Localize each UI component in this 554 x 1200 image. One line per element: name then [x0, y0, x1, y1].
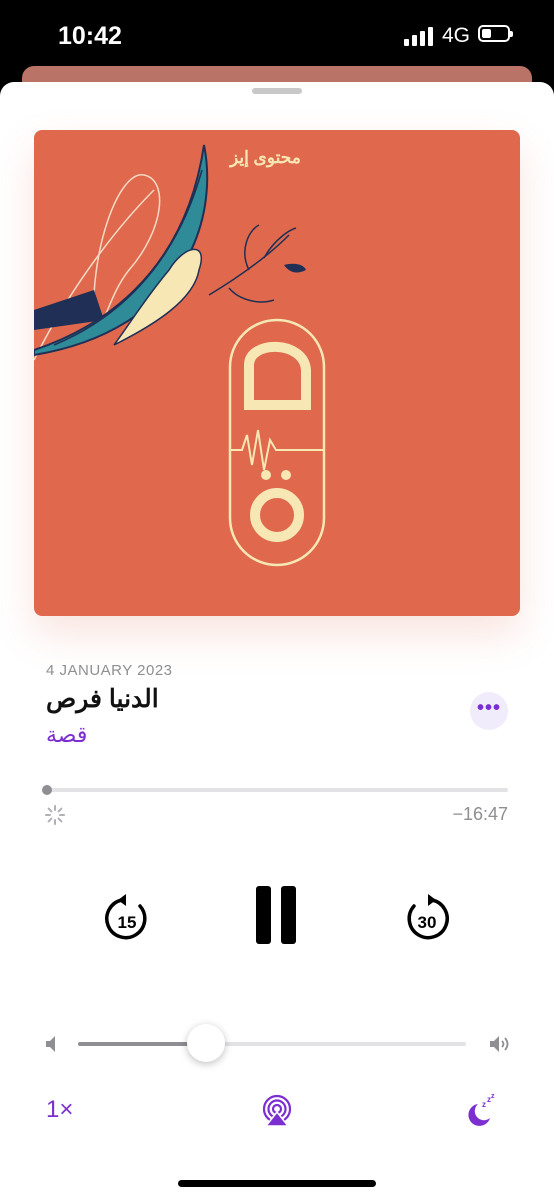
episode-title: الدنيا فرص	[46, 685, 159, 713]
airplay-audio-icon[interactable]	[260, 1094, 294, 1128]
more-options-button[interactable]: •••	[470, 692, 508, 730]
skip-forward-seconds: 30	[418, 913, 437, 932]
status-time: 10:42	[58, 22, 122, 50]
network-type: 4G	[442, 24, 471, 47]
volume-slider[interactable]	[78, 1024, 466, 1062]
show-name-link[interactable]: قصة	[46, 722, 87, 748]
volume-thumb[interactable]	[187, 1024, 226, 1062]
time-remaining: −16:47	[452, 804, 508, 824]
svg-text:z: z	[482, 1100, 486, 1109]
home-indicator[interactable]	[178, 1180, 376, 1187]
artwork-illustration	[34, 144, 326, 567]
loading-spinner-icon	[45, 805, 65, 825]
playback-speed-button[interactable]: 1×	[46, 1096, 73, 1124]
volume-low-icon	[46, 1036, 55, 1052]
sheet-grabber[interactable]	[252, 88, 302, 94]
battery-icon	[478, 25, 513, 42]
episode-date: 4 JANUARY 2023	[46, 662, 173, 679]
playback-scrubber[interactable]	[42, 785, 508, 795]
skip-back-seconds: 15	[118, 913, 137, 932]
skip-back-button[interactable]: 15	[102, 892, 152, 946]
volume-high-icon	[490, 1036, 509, 1052]
scrubber-knob[interactable]	[42, 785, 52, 795]
artwork-brand-text: محتوى إيز	[230, 148, 301, 167]
podcast-artwork	[34, 130, 520, 616]
pause-button[interactable]	[252, 886, 300, 946]
skip-back-icon: 15	[105, 894, 147, 940]
pause-bar-right	[281, 886, 296, 944]
sleep-timer-icon[interactable]: z z z	[464, 1094, 498, 1128]
skip-forward-button[interactable]: 30	[402, 892, 452, 946]
skip-forward-icon: 30	[407, 894, 449, 940]
svg-text:z: z	[491, 1094, 495, 1100]
pause-bar-left	[256, 886, 271, 944]
cellular-signal-icon	[404, 27, 434, 46]
